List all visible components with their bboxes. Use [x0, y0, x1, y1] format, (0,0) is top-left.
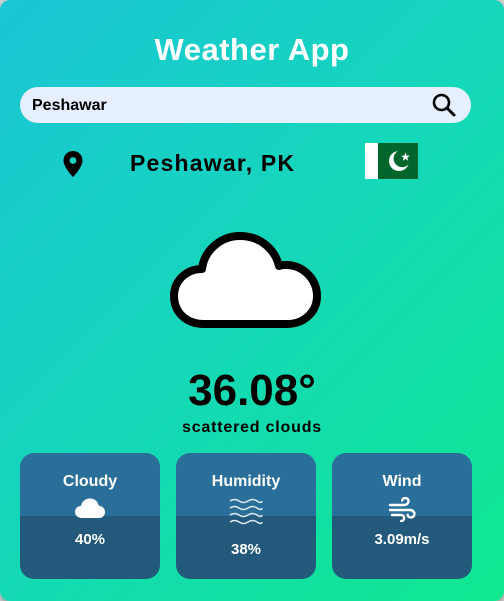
- search-button[interactable]: [431, 92, 457, 118]
- wind-card: Wind 3.09m/s: [332, 453, 472, 579]
- pakistan-flag-icon: [365, 143, 418, 179]
- humidity-value: 38%: [230, 541, 262, 558]
- humidity-label: Humidity: [211, 473, 281, 490]
- city-name: Peshawar, PK: [130, 150, 296, 176]
- cloud-icon: [75, 498, 105, 518]
- waves-icon: [229, 498, 263, 525]
- map-pin-icon: [63, 151, 83, 177]
- app-title: Weather App: [154, 32, 350, 67]
- weather-app-panel: Weather App Peshawar, PK 36.08° scattere…: [0, 0, 504, 601]
- humidity-card: Humidity 38%: [176, 453, 316, 579]
- search-bar: [20, 87, 471, 125]
- temperature-value: 36.08°: [188, 366, 316, 415]
- location-row: Peshawar, PK: [0, 142, 504, 182]
- wind-value: 3.09m/s: [374, 531, 430, 548]
- wind-label: Wind: [382, 473, 422, 490]
- cloudiness-value: 40%: [74, 531, 106, 548]
- wind-icon: [388, 496, 416, 523]
- cloudiness-card: Cloudy 40%: [20, 453, 160, 579]
- weather-cloud-icon: [170, 232, 321, 328]
- cloudiness-label: Cloudy: [62, 473, 118, 490]
- search-icon: [432, 93, 456, 117]
- city-search-input[interactable]: [30, 87, 414, 125]
- weather-description: scattered clouds: [182, 419, 322, 436]
